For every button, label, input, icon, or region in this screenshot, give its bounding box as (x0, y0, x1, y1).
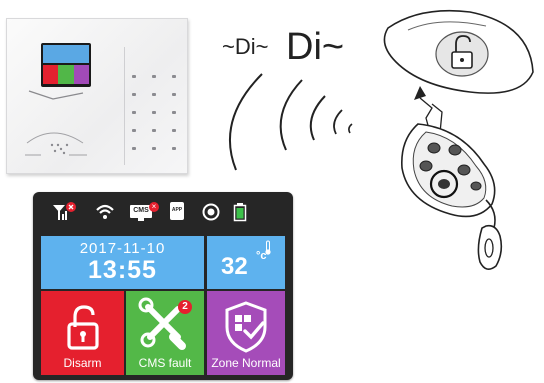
app-icon: APP (170, 202, 184, 220)
cms-disconnected-icon: CMS × (130, 202, 160, 222)
signal-no-sim-icon (53, 202, 76, 220)
cms-fault-count-badge: 2 (178, 300, 192, 314)
disarm-button[interactable]: Disarm (41, 291, 124, 375)
battery-icon (233, 203, 247, 222)
temperature-tile: 32 °c (207, 236, 285, 289)
datetime-tile: 2017-11-10 13:55 (41, 236, 204, 289)
zone-normal-button[interactable]: Zone Normal (207, 291, 285, 375)
time-display: 13:55 (88, 256, 157, 284)
cms-fault-label: CMS fault (138, 356, 192, 370)
wifi-icon (96, 204, 114, 219)
control-unit-screen: CMS × APP 2017-11-10 13:55 32 °c Disarm … (33, 192, 293, 380)
zone-normal-label: Zone Normal (211, 356, 281, 370)
record-icon (202, 203, 220, 221)
temperature-value: 32 (221, 253, 248, 280)
date-display: 2017-11-10 (79, 240, 166, 257)
status-bar: CMS × APP (33, 192, 293, 236)
disarm-label: Disarm (63, 356, 102, 370)
cms-fault-button[interactable]: 2 CMS fault (126, 291, 204, 375)
temperature-unit: °c (256, 250, 267, 262)
